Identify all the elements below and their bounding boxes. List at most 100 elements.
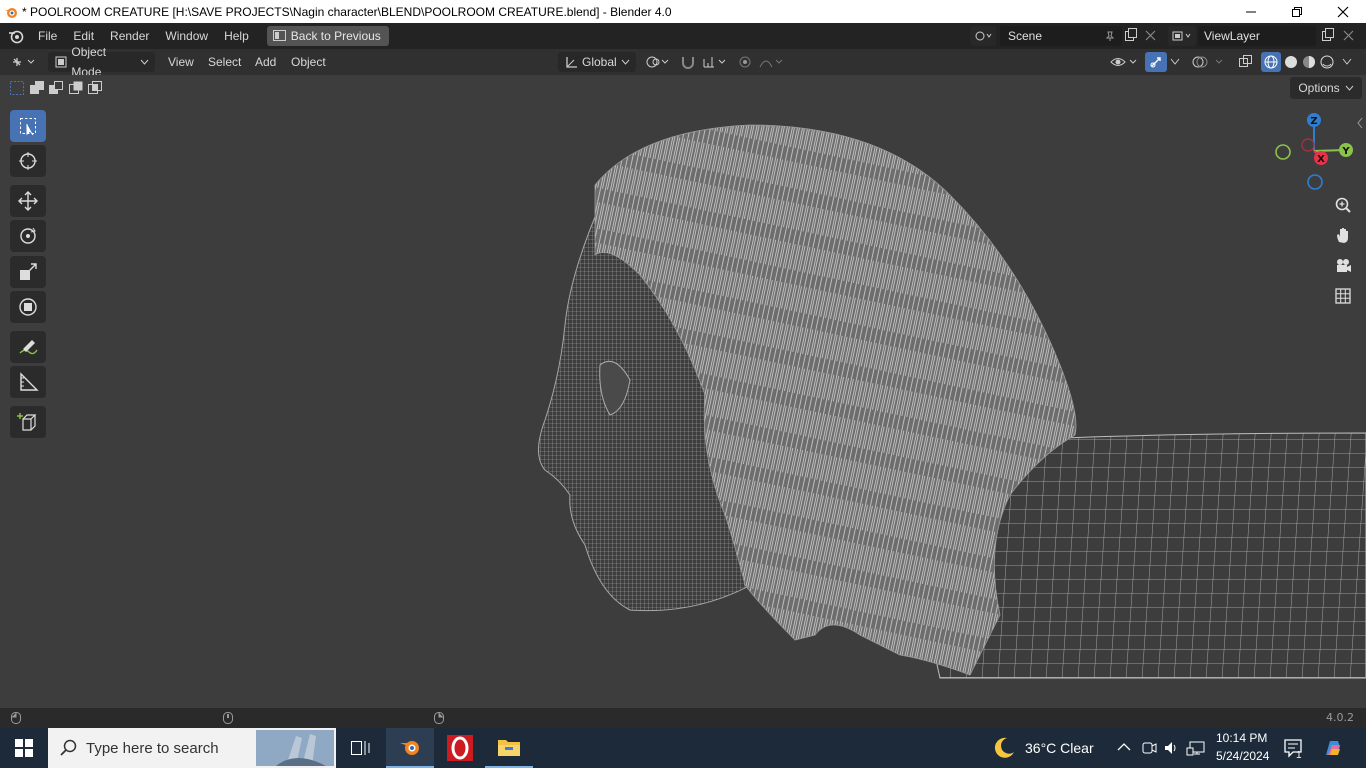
start-button[interactable] (0, 728, 48, 768)
scene-name-value: Scene (1008, 29, 1043, 43)
minimize-icon (1246, 11, 1256, 12)
tool-add-cube[interactable] (10, 406, 46, 438)
viewlayer-name-field[interactable]: ViewLayer (1198, 26, 1316, 46)
delete-scene-icon[interactable] (1145, 30, 1156, 41)
camera-view-button[interactable] (1330, 253, 1356, 279)
taskbar-blender-app[interactable] (386, 728, 434, 768)
shading-material-button[interactable] (1300, 52, 1318, 72)
scene-browse-button[interactable] (970, 26, 996, 46)
x-axis-label: X (1317, 154, 1325, 165)
weather-text[interactable]: 36°C Clear (1025, 740, 1094, 756)
tool-select-box[interactable] (10, 110, 46, 142)
hand-icon (1337, 228, 1348, 243)
object-menu[interactable]: Object (291, 52, 326, 72)
taskbar-file-explorer-app[interactable] (485, 728, 533, 768)
taskbar-search-box[interactable]: Type here to search (48, 728, 336, 768)
editor-type-button[interactable] (10, 52, 38, 72)
scene-name-field[interactable]: Scene (1000, 26, 1122, 46)
back-to-previous-button[interactable]: Back to Previous (266, 26, 389, 46)
chevron-up-icon[interactable] (1117, 741, 1131, 753)
pivot-point-icon (646, 56, 669, 68)
transform-orientation-dropdown[interactable]: Global (558, 52, 636, 72)
copilot-icon[interactable] (1322, 737, 1344, 759)
select-subtract-icon[interactable] (47, 79, 65, 97)
select-extend-icon[interactable] (28, 79, 46, 97)
shading-wireframe-button[interactable] (1261, 52, 1281, 72)
menu-help[interactable]: Help (216, 25, 257, 47)
window-titlebar: * POOLROOM CREATURE [H:\SAVE PROJECTS\Na… (0, 0, 1366, 23)
tool-measure[interactable] (10, 366, 46, 398)
blender-menu-icon[interactable] (8, 28, 24, 44)
close-button[interactable] (1320, 0, 1366, 23)
new-viewlayer-icon[interactable] (1321, 28, 1335, 42)
y-axis-label: Y (1341, 146, 1350, 157)
menu-file[interactable]: File (30, 25, 65, 47)
select-menu[interactable]: Select (208, 52, 241, 72)
add-menu[interactable]: Add (255, 52, 276, 72)
xray-toggle[interactable] (1238, 52, 1254, 72)
perspective-toggle-button[interactable] (1330, 283, 1356, 309)
options-dropdown[interactable]: Options (1290, 77, 1362, 99)
tool-transform[interactable] (10, 291, 46, 323)
view-menu[interactable]: View (168, 52, 194, 72)
shading-dropdown-chevron-icon[interactable] (1342, 58, 1352, 66)
scene-icon (975, 31, 992, 41)
restore-button[interactable] (1274, 0, 1320, 23)
minimize-button[interactable] (1228, 0, 1274, 23)
task-view-button[interactable] (336, 728, 384, 768)
new-scene-icon[interactable] (1124, 28, 1138, 42)
windows-logo-icon (15, 739, 33, 757)
viewlayer-browse-button[interactable] (1168, 26, 1196, 46)
gizmo-dropdown-chevron-icon[interactable] (1170, 58, 1180, 66)
speaker-icon[interactable] (1163, 740, 1179, 756)
xray-icon (1239, 55, 1252, 67)
clock-time[interactable]: 10:14 PM (1216, 731, 1267, 745)
shading-rendered-button[interactable] (1318, 52, 1336, 72)
transform-orientation-label: Global (582, 55, 617, 69)
move-icon (18, 191, 38, 211)
meet-now-icon[interactable] (1141, 740, 1157, 756)
select-intersect-icon[interactable] (86, 79, 104, 97)
pivot-point-dropdown[interactable] (645, 52, 671, 72)
tool-scale[interactable] (10, 256, 46, 288)
show-gizmo-toggle[interactable] (1145, 52, 1167, 72)
shading-solid-button[interactable] (1282, 52, 1300, 72)
select-new-icon[interactable] (8, 79, 26, 97)
taskbar-opera-app[interactable] (436, 728, 484, 768)
overlays-icon (1192, 56, 1223, 68)
snap-toggle[interactable] (680, 52, 698, 72)
mouse-right-icon (434, 712, 444, 724)
chevron-down-icon (1345, 85, 1354, 91)
orientation-global-icon (566, 57, 577, 68)
weather-moon-icon[interactable] (992, 736, 1016, 760)
material-sphere-icon (1303, 56, 1315, 68)
tool-rotate[interactable] (10, 220, 46, 252)
viewlayer-name-value: ViewLayer (1204, 29, 1260, 43)
pan-button[interactable] (1330, 222, 1356, 248)
object-visibility-dropdown[interactable] (1110, 52, 1140, 72)
folder-icon (498, 740, 520, 756)
menu-window[interactable]: Window (157, 25, 216, 47)
tool-cursor[interactable] (10, 145, 46, 177)
network-icon[interactable] (1186, 740, 1206, 756)
opera-icon (447, 735, 473, 761)
tool-annotate[interactable] (10, 331, 46, 363)
select-invert-icon[interactable] (67, 79, 85, 97)
tool-move[interactable] (10, 185, 46, 217)
overlays-toggle[interactable] (1192, 52, 1226, 72)
blender-topbar: File Edit Render Window Help Back to Pre… (0, 23, 1366, 49)
selection-mode-group (8, 79, 104, 97)
pin-icon[interactable] (1104, 30, 1116, 42)
snap-target-dropdown[interactable] (702, 52, 730, 72)
3d-viewport[interactable]: Options Z Y X (0, 75, 1366, 708)
mouse-middle-icon (223, 712, 233, 724)
viewlayer-icon (1172, 31, 1191, 41)
zoom-button[interactable] (1330, 192, 1356, 218)
delete-viewlayer-icon[interactable] (1343, 30, 1354, 41)
options-label: Options (1298, 81, 1340, 95)
mouse-left-icon (11, 712, 21, 724)
clock-date[interactable]: 5/24/2024 (1216, 749, 1269, 763)
object-mode-dropdown[interactable]: Object Mode (48, 45, 155, 79)
navigation-gizmo[interactable]: Z Y X (1268, 111, 1364, 191)
proportional-editing-toggle[interactable] (738, 52, 786, 72)
